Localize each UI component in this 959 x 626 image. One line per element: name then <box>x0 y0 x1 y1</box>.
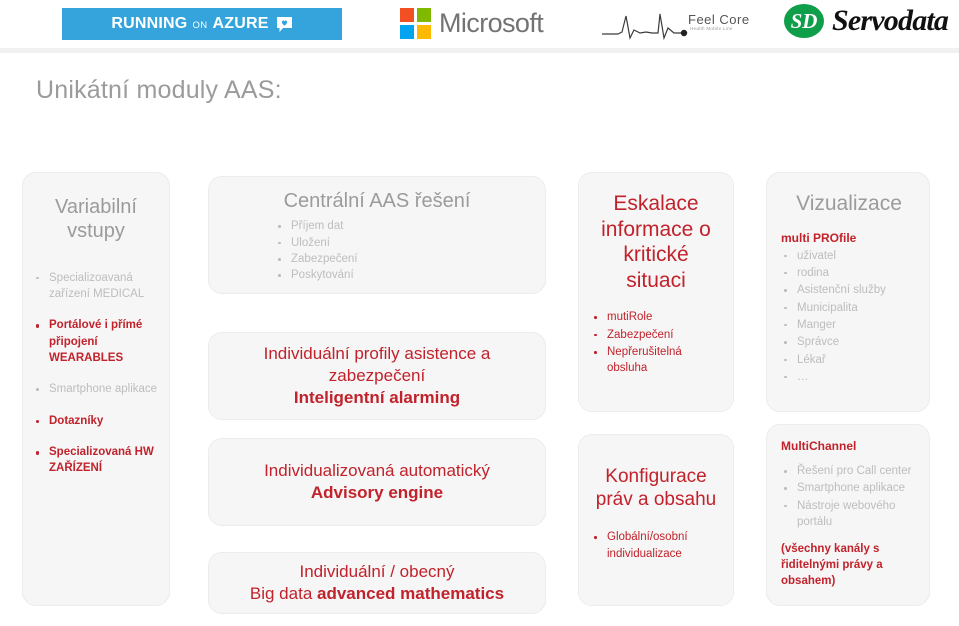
card-escalation-bullet-list: mutiRole Zabezpečení Nepřerušitelná obsl… <box>591 309 721 376</box>
card-escalation: Eskalace informace o kritické situaci mu… <box>578 172 734 412</box>
microsoft-squares-icon <box>400 8 431 39</box>
azure-badge-running-label: RUNNING <box>111 15 188 32</box>
card-central-title: Centrální AAS řešení <box>283 190 471 212</box>
servodata-mark-icon: SD <box>784 4 824 38</box>
list-item: Asistenční služby <box>781 282 917 298</box>
feelcore-logo: Feel Core Health Mobile Line <box>600 6 765 46</box>
card-profiles-line2: zabezpečení <box>328 365 426 385</box>
list-item: Zabezpečení <box>591 327 721 343</box>
list-item: Manger <box>781 317 917 333</box>
card-bigdata-emphasis: advanced mathematics <box>317 584 505 603</box>
feelcore-wordmark: Feel Core <box>688 12 750 27</box>
card-advisory-bold-line: Advisory engine <box>310 483 444 502</box>
card-advisory-engine: Individualizovaná automatický Advisory e… <box>208 438 546 526</box>
card-visualization-subhead: multi PROfile <box>781 230 857 245</box>
card-multichannel-subhead: MultiChannel <box>781 439 857 453</box>
list-item: Dotazníky <box>33 413 159 429</box>
list-item: Specializovaná HW ZAŘÍZENÍ <box>33 444 159 477</box>
feelcore-tagline: Health Mobile Line <box>690 26 733 31</box>
card-inputs-title-line2: vstupy <box>67 220 125 243</box>
card-profiles-bold-line: Inteligentní alarming <box>293 388 461 408</box>
card-inputs-bullet-list: Specializoavaná zařízení MEDICAL Portálo… <box>33 270 159 477</box>
list-item: rodina <box>781 265 917 281</box>
list-item: … <box>781 369 917 385</box>
list-item: Smartphone aplikace <box>781 480 917 496</box>
list-item: Zabezpečení <box>275 251 531 267</box>
azure-badge-azure-label: AZURE <box>212 15 269 32</box>
card-multichannel-note: (všechny kanály s řiditelnými právy a ob… <box>781 543 883 588</box>
list-item: uživatel <box>781 248 917 264</box>
list-item: Řešení pro Call center <box>781 463 917 479</box>
list-item: Poskytování <box>275 267 531 283</box>
azure-badge-on-label: ON <box>192 19 208 31</box>
list-item: mutiRole <box>591 309 721 325</box>
card-profiles-line1: Individuální profily asistence a <box>263 343 491 363</box>
servodata-wordmark: Servodata <box>832 4 949 37</box>
card-visualization-title: Vizualizace <box>796 192 902 215</box>
card-variable-inputs: Variabilní vstupy Specializoavaná zaříze… <box>22 172 170 606</box>
card-inputs-title: Variabilní vstupy <box>33 195 159 244</box>
card-multichannel-bullet-list: Řešení pro Call center Smartphone aplika… <box>781 463 917 530</box>
list-item: Portálové i přímé připojení WEARABLES <box>33 317 159 366</box>
list-item: Příjem dat <box>275 218 531 234</box>
running-on-azure-badge: RUNNING ON AZURE <box>62 8 342 40</box>
card-inputs-title-line1: Variabilní <box>55 196 137 218</box>
card-central-bullet-list: Příjem dat Uložení Zabezpečení Poskytová… <box>275 218 531 283</box>
card-bigdata-regular-line: Individuální / obecný <box>299 561 455 581</box>
microsoft-logo: Microsoft <box>400 8 544 39</box>
ecg-waveform-icon <box>602 13 688 41</box>
card-bigdata-prefix: Big data <box>249 584 317 603</box>
card-visualization-bullet-list: uživatel rodina Asistenční služby Munici… <box>781 248 917 386</box>
page-title: Unikátní moduly AAS: <box>36 76 282 104</box>
card-multichannel: MultiChannel Řešení pro Call center Smar… <box>766 424 930 606</box>
list-item: Správce <box>781 334 917 350</box>
card-visualization: Vizualizace multi PROfile uživatel rodin… <box>766 172 930 412</box>
microsoft-wordmark: Microsoft <box>439 8 544 38</box>
list-item: Smartphone aplikace <box>33 381 159 397</box>
card-configuration: Konfigurace práv a obsahu Globální/osobn… <box>578 434 734 606</box>
left-accent-rail <box>0 53 3 626</box>
servodata-logo: SD Servodata <box>784 4 949 38</box>
list-item: Nepřerušitelná obsluha <box>591 344 721 377</box>
list-item: Specializoavaná zařízení MEDICAL <box>33 270 159 303</box>
header-divider <box>0 48 959 53</box>
card-big-data: Individuální / obecný Big data advanced … <box>208 552 546 614</box>
card-config-title: Konfigurace práv a obsahu <box>595 466 717 511</box>
page-header: RUNNING ON AZURE Microsoft Feel Core Hea… <box>0 0 959 50</box>
list-item: Nástroje webového portálu <box>781 498 917 531</box>
list-item: Uložení <box>275 235 531 251</box>
card-config-bullet-list: Globální/osobní individualizace <box>591 529 721 562</box>
heart-bubble-icon <box>276 16 293 33</box>
list-item: Lékař <box>781 352 917 368</box>
list-item: Municipalita <box>781 300 917 316</box>
card-bigdata-bold-line: Big data advanced mathematics <box>250 583 504 605</box>
card-escalation-title: Eskalace informace o kritické situaci <box>601 192 711 292</box>
card-advisory-regular-line: Individualizovaná automatický <box>264 460 490 480</box>
card-central-aas-solution: Centrální AAS řešení Příjem dat Uložení … <box>208 176 546 294</box>
list-item: Globální/osobní individualizace <box>591 529 721 562</box>
card-individual-profiles: Individuální profily asistence a zabezpe… <box>208 332 546 420</box>
